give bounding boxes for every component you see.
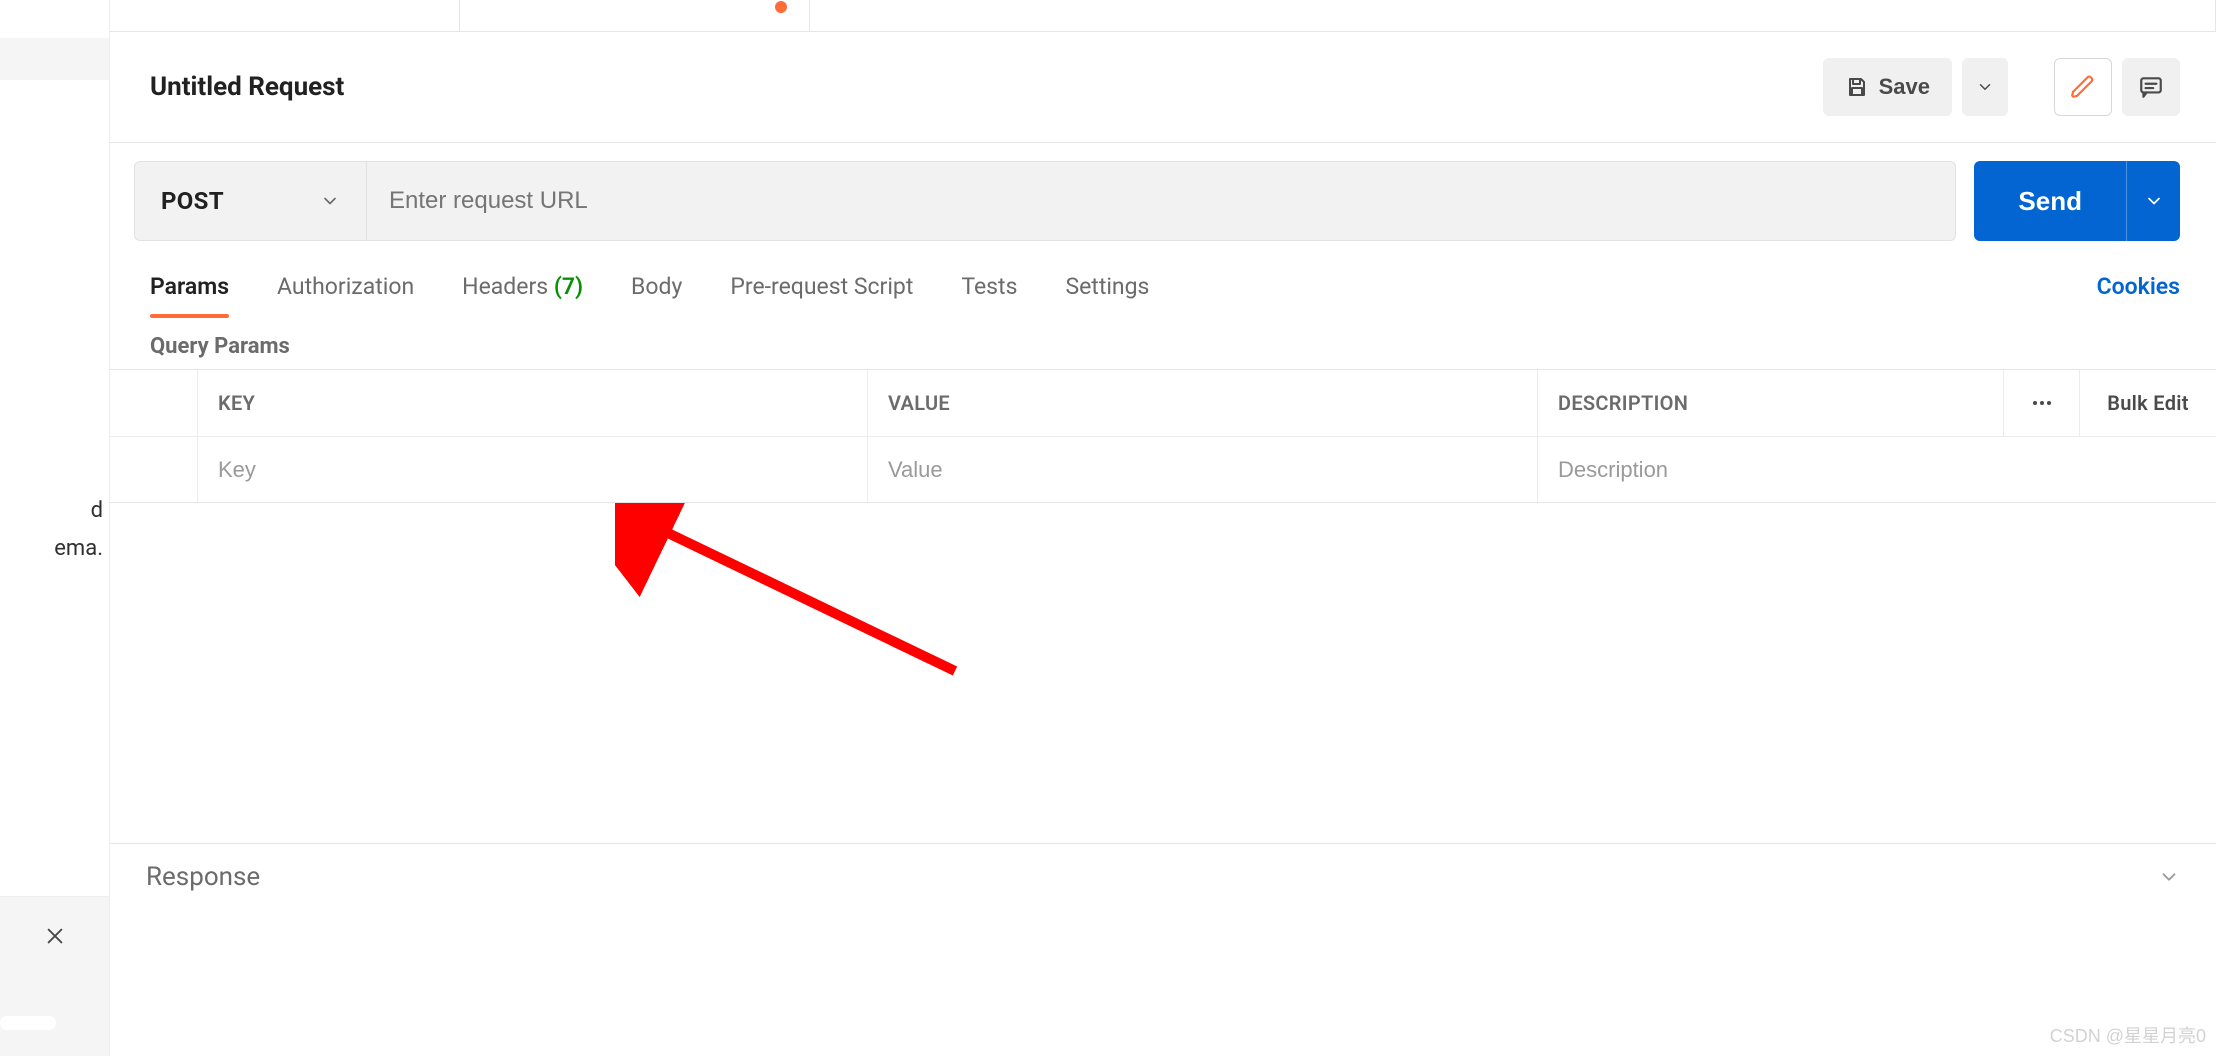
sidebar-top-stub: [0, 0, 109, 32]
save-dropdown-button[interactable]: [1962, 58, 2008, 116]
param-value-input[interactable]: [888, 457, 1517, 483]
tab-prerequest[interactable]: Pre-request Script: [730, 273, 913, 316]
sidebar-bottom-panel: [0, 896, 109, 1056]
headers-count: (7): [554, 273, 583, 300]
http-method-select[interactable]: POST: [135, 162, 367, 240]
comment-icon: [2138, 74, 2164, 100]
request-url-input[interactable]: [367, 162, 1955, 240]
tab-strip: [110, 0, 2216, 32]
send-dropdown-button[interactable]: [2126, 161, 2180, 241]
response-section[interactable]: Response: [110, 843, 2216, 910]
annotation-arrow-icon: [615, 503, 975, 693]
sidebar-bottom-stripe: [0, 1016, 56, 1030]
params-col-desc: DESCRIPTION: [1538, 370, 2004, 436]
save-icon: [1845, 75, 1869, 99]
params-col-key: KEY: [198, 370, 868, 436]
send-button[interactable]: Send: [1974, 161, 2126, 241]
bulk-edit-button[interactable]: Bulk Edit: [2080, 370, 2216, 436]
tab-settings[interactable]: Settings: [1065, 273, 1149, 316]
tab-body[interactable]: Body: [631, 273, 682, 316]
chevron-down-icon: [320, 191, 340, 211]
param-desc-input[interactable]: [1558, 457, 2196, 483]
params-col-value: VALUE: [868, 370, 1538, 436]
params-more-button[interactable]: [2004, 370, 2080, 436]
save-label: Save: [1879, 74, 1930, 100]
tab-tests[interactable]: Tests: [961, 273, 1017, 316]
close-icon[interactable]: [44, 925, 66, 947]
params-empty-area: [110, 503, 2216, 843]
tab-extra[interactable]: [810, 0, 2216, 31]
http-method-label: POST: [161, 187, 224, 215]
sidebar-frag-1: d: [0, 492, 103, 530]
tab-overview[interactable]: [110, 0, 460, 31]
chevron-down-icon: [2144, 191, 2164, 211]
sidebar-frag-2: ema.: [0, 530, 103, 568]
cookies-link[interactable]: Cookies: [2097, 273, 2180, 316]
unsaved-dot-icon: [775, 1, 787, 13]
tab-params[interactable]: Params: [150, 273, 229, 316]
save-button[interactable]: Save: [1823, 58, 1952, 116]
sidebar-truncated-text: d ema.: [0, 492, 109, 568]
request-tabs: Params Authorization Headers (7) Body Pr…: [110, 245, 2216, 316]
left-sidebar: d ema.: [0, 0, 110, 1056]
request-header: Untitled Request Save: [110, 32, 2216, 143]
params-table: KEY VALUE DESCRIPTION Bulk Edit: [110, 369, 2216, 503]
params-row: [110, 436, 2216, 502]
edit-button[interactable]: [2054, 58, 2112, 116]
tab-headers[interactable]: Headers (7): [462, 273, 583, 316]
tab-authorization[interactable]: Authorization: [277, 273, 414, 316]
params-handle-col: [110, 370, 198, 436]
params-header-row: KEY VALUE DESCRIPTION Bulk Edit: [110, 370, 2216, 436]
more-horizontal-icon: [2030, 391, 2054, 415]
response-label: Response: [146, 862, 260, 892]
request-title: Untitled Request: [150, 72, 1823, 102]
param-key-input[interactable]: [218, 457, 847, 483]
send-group: Send: [1974, 161, 2180, 241]
chevron-down-icon: [2158, 866, 2180, 888]
url-row: POST Send: [110, 143, 2216, 245]
params-row-handle[interactable]: [110, 437, 198, 502]
send-label: Send: [2018, 186, 2082, 216]
pencil-icon: [2070, 74, 2096, 100]
sidebar-gray-stub: [0, 38, 109, 80]
tab-request-active[interactable]: [460, 0, 810, 31]
query-params-label: Query Params: [110, 316, 2216, 369]
header-actions: Save: [1823, 58, 2180, 116]
comments-button[interactable]: [2122, 58, 2180, 116]
main-panel: Untitled Request Save: [110, 0, 2216, 1056]
chevron-down-icon: [1976, 78, 1994, 96]
method-url-group: POST: [134, 161, 1956, 241]
